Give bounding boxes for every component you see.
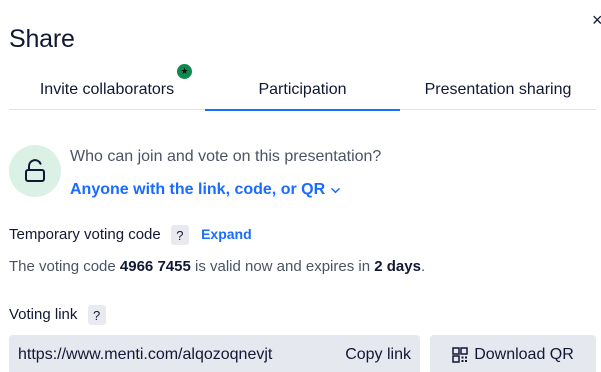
code-text-prefix: The voting code — [9, 258, 120, 275]
voting-code-description: The voting code 4966 7455 is valid now a… — [9, 258, 425, 275]
tab-presentation-sharing[interactable]: Presentation sharing — [400, 70, 596, 110]
download-qr-button[interactable]: Download QR — [430, 335, 596, 372]
code-text-middle: is valid now and expires in — [190, 258, 375, 275]
voting-link-heading: Voting link ? — [9, 305, 106, 325]
access-dropdown[interactable]: Anyone with the link, code, or QR — [70, 181, 340, 199]
voting-code-heading: Temporary voting code ? Expand — [9, 225, 252, 245]
download-qr-label: Download QR — [474, 346, 574, 363]
star-badge-icon: ★ — [177, 64, 192, 79]
tab-bar: Invite collaborators ★ Participation Pre… — [9, 64, 596, 111]
voting-link-url[interactable]: https://www.menti.com/alqozoqnevjt — [18, 346, 345, 364]
voting-code-help-button[interactable]: ? — [170, 225, 189, 245]
tab-invite-collaborators[interactable]: Invite collaborators ★ — [9, 64, 205, 110]
voting-link-label: Voting link — [9, 305, 78, 323]
tab-label: Presentation sharing — [424, 81, 572, 98]
qr-code-icon — [452, 347, 468, 363]
copy-link-button[interactable]: Copy link — [345, 346, 411, 364]
voting-code-value: 4966 7455 — [119, 258, 191, 275]
dialog-title: Share — [9, 25, 75, 53]
tab-label: Invite collaborators — [39, 81, 175, 98]
voting-code-label: Temporary voting code — [9, 225, 161, 243]
voting-link-field: https://www.menti.com/alqozoqnevjt Copy … — [9, 335, 420, 372]
code-text-suffix: . — [420, 258, 426, 275]
voting-link-help-button[interactable]: ? — [87, 305, 106, 325]
chevron-down-icon — [331, 187, 340, 193]
access-question: Who can join and vote on this presentati… — [70, 148, 382, 165]
tab-label: Participation — [258, 80, 347, 98]
tab-participation[interactable]: Participation — [205, 70, 400, 111]
expand-link[interactable]: Expand — [201, 226, 252, 242]
lock-open-icon — [9, 145, 61, 197]
close-button[interactable]: × — [592, 10, 601, 30]
voting-code-expiry: 2 days — [374, 258, 421, 275]
access-selected-value: Anyone with the link, code, or QR — [70, 181, 326, 198]
